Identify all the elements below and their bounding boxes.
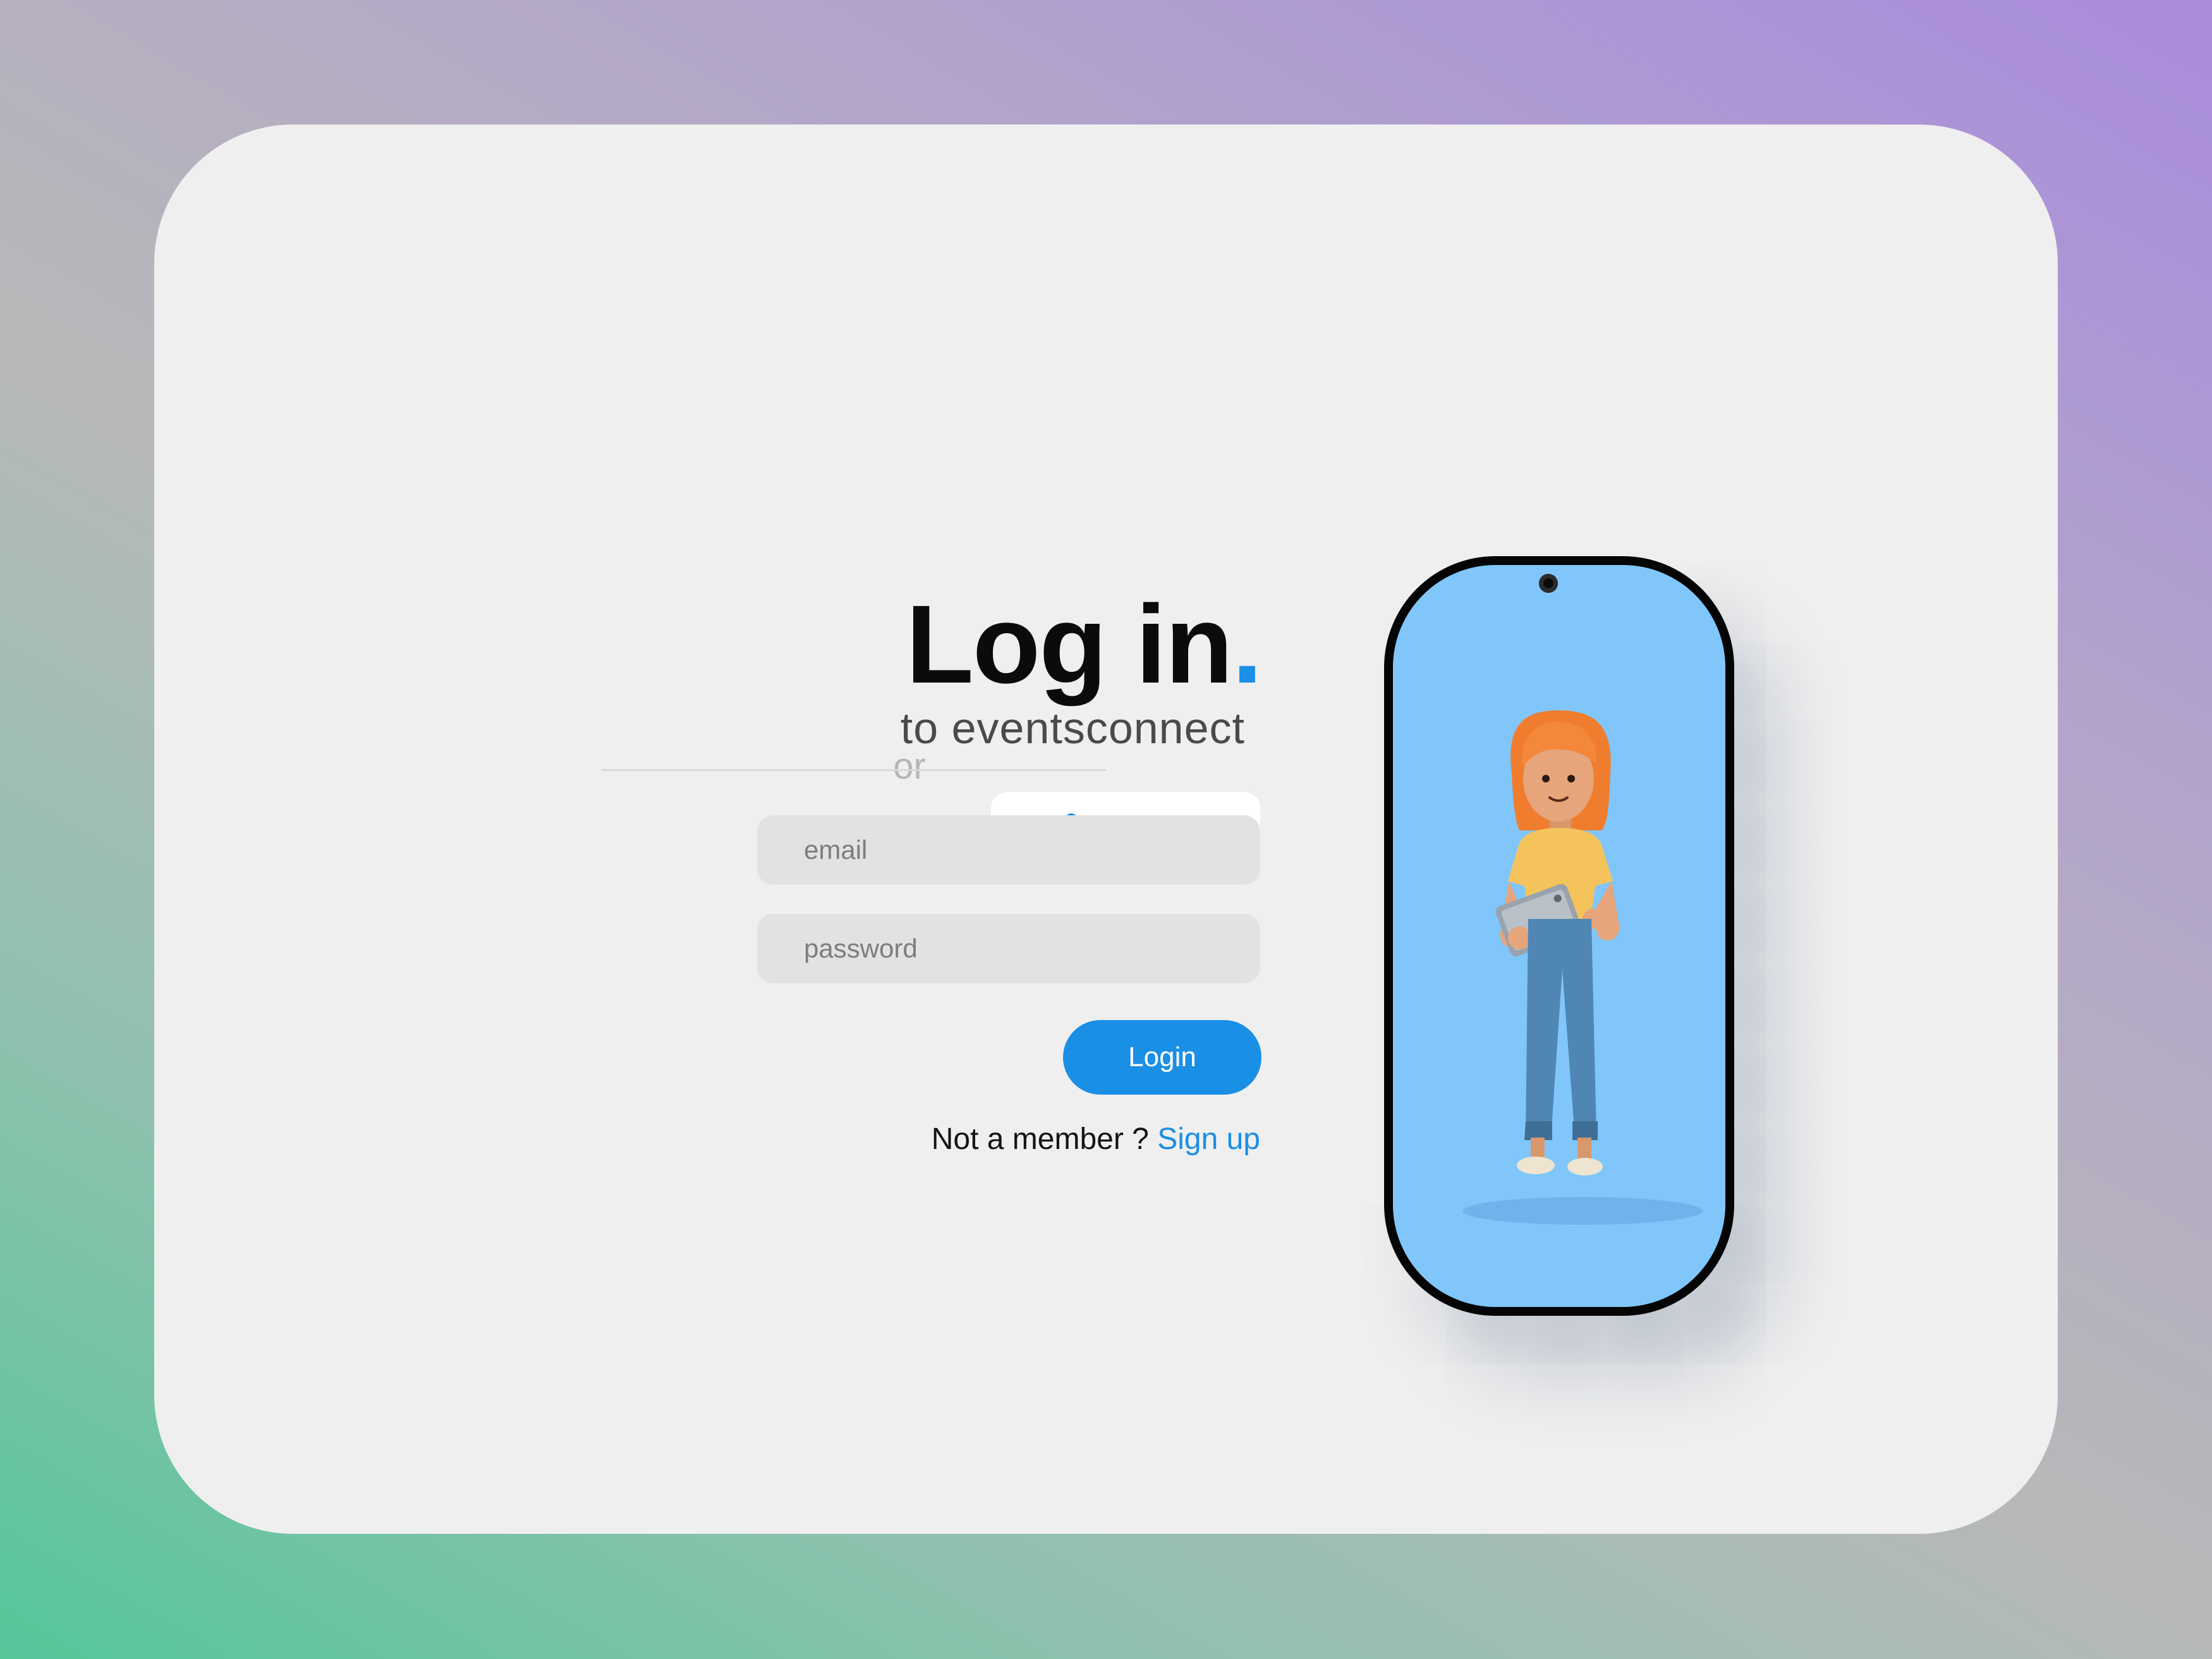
character-illustration xyxy=(1462,710,1703,1225)
signup-prompt: Not a member ? xyxy=(931,1122,1149,1156)
divider-or-text: or xyxy=(893,746,926,787)
email-field[interactable] xyxy=(757,815,1260,885)
signup-row: Not a member ? Sign up xyxy=(154,1122,1260,1157)
phone-mockup xyxy=(1384,556,1734,1316)
title-dot: . xyxy=(1232,583,1263,707)
page-title: Log in. xyxy=(154,589,1263,700)
page-subtitle: to eventsconnect xyxy=(900,703,1245,753)
signup-link[interactable]: Sign up xyxy=(1157,1122,1260,1156)
password-field[interactable] xyxy=(757,914,1260,983)
title-text: Log in xyxy=(906,583,1233,707)
divider-line-right xyxy=(790,769,1106,771)
login-card: Log in. to eventsconnect admin or Login … xyxy=(154,125,2058,1534)
login-button[interactable]: Login xyxy=(1063,1020,1261,1095)
phone-screen xyxy=(1393,565,1725,1307)
camera-icon xyxy=(1539,574,1558,593)
